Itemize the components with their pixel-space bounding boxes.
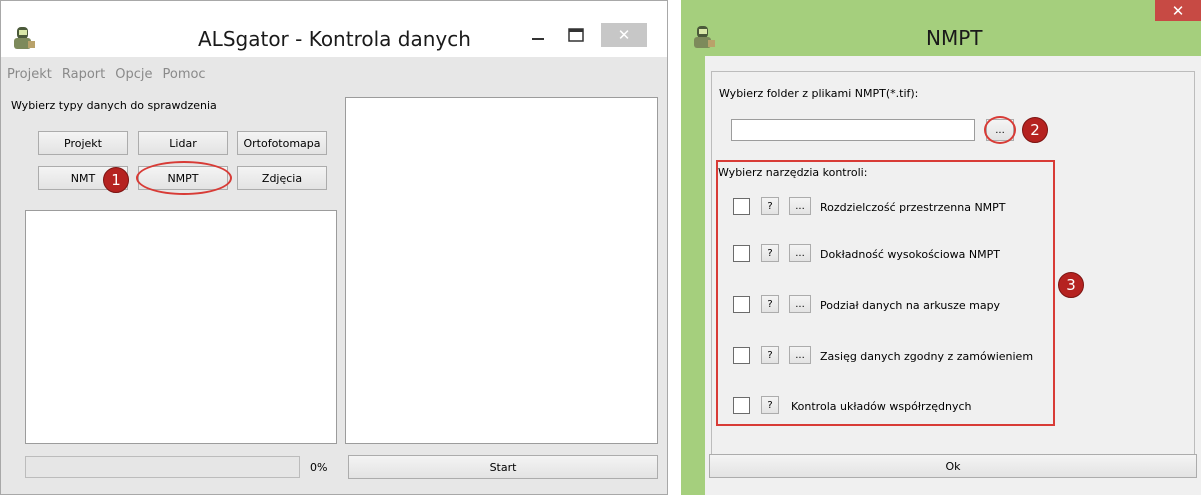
step-3-marker: 3 [1058, 272, 1084, 298]
tool-settings-button[interactable]: ... [789, 346, 811, 364]
tools-label: Wybierz narzędzia kontroli: [718, 166, 868, 179]
close-button[interactable]: ✕ [601, 23, 647, 47]
step-2-marker: 2 [1022, 117, 1048, 143]
tool-label: Zasięg danych zgodny z zamówieniem [820, 350, 1034, 363]
start-button[interactable]: Start [348, 455, 658, 479]
tool-checkbox[interactable] [733, 296, 750, 313]
tool-settings-button[interactable]: ... [789, 295, 811, 313]
help-button[interactable]: ? [761, 295, 779, 313]
app-icon [14, 27, 35, 49]
tool-settings-button[interactable]: ... [789, 244, 811, 262]
tool-label: Kontrola układów współrzędnych [791, 400, 972, 413]
step-1-marker: 1 [103, 167, 129, 193]
menu-raport[interactable]: Raport [62, 67, 105, 87]
dialog-title: NMPT [926, 26, 983, 50]
help-button[interactable]: ? [761, 396, 779, 414]
data-types-label: Wybierz typy danych do sprawdzenia [11, 99, 217, 112]
folder-path-input[interactable] [731, 119, 975, 141]
folder-label: Wybierz folder z plikami NMPT(*.tif): [719, 87, 919, 100]
tool-checkbox[interactable] [733, 347, 750, 364]
minimize-icon [532, 38, 544, 40]
lidar-button[interactable]: Lidar [138, 131, 228, 155]
tool-checkbox[interactable] [733, 198, 750, 215]
data-types-list[interactable] [25, 210, 337, 444]
tool-label: Rozdzielczość przestrzenna NMPT [820, 201, 1006, 214]
nmpt-dialog: NMPT ✕ Wybierz folder z plikami NMPT(*.t… [681, 0, 1201, 495]
progress-bar [25, 456, 300, 478]
tool-checkbox[interactable] [733, 245, 750, 262]
help-button[interactable]: ? [761, 346, 779, 364]
zdjecia-button[interactable]: Zdjęcia [237, 166, 327, 190]
menu-opcje[interactable]: Opcje [115, 67, 152, 87]
app-icon [694, 26, 715, 48]
dialog-title-bar[interactable]: NMPT ✕ [681, 0, 1201, 56]
ortofotomapa-button[interactable]: Ortofotomapa [237, 131, 327, 155]
output-panel[interactable] [345, 97, 658, 444]
tool-label: Dokładność wysokościowa NMPT [820, 248, 1000, 261]
maximize-button[interactable] [563, 23, 589, 47]
main-window: ALSgator - Kontrola danych ✕ Projekt Rap… [0, 0, 668, 495]
tool-checkbox[interactable] [733, 397, 750, 414]
maximize-icon [568, 28, 584, 42]
tool-label: Podział danych na arkusze mapy [820, 299, 1001, 312]
ok-button[interactable]: Ok [709, 454, 1197, 478]
browse-highlight-ellipse [984, 116, 1016, 144]
progress-percent: 0% [310, 461, 328, 474]
title-bar[interactable]: ALSgator - Kontrola danych ✕ [1, 1, 667, 57]
dialog-close-button[interactable]: ✕ [1155, 0, 1201, 21]
menu-projekt[interactable]: Projekt [7, 67, 52, 87]
close-icon: ✕ [617, 26, 631, 44]
projekt-button[interactable]: Projekt [38, 131, 128, 155]
close-icon: ✕ [1171, 1, 1185, 20]
tool-settings-button[interactable]: ... [789, 197, 811, 215]
window-title: ALSgator - Kontrola danych [198, 27, 471, 51]
help-button[interactable]: ? [761, 244, 779, 262]
menu-bar: Projekt Raport Opcje Pomoc [7, 67, 206, 87]
nmpt-highlight-ellipse [136, 161, 232, 195]
menu-pomoc[interactable]: Pomoc [162, 67, 205, 87]
minimize-button[interactable] [525, 23, 551, 47]
dialog-client-area: Wybierz folder z plikami NMPT(*.tif): ..… [705, 56, 1201, 495]
help-button[interactable]: ? [761, 197, 779, 215]
